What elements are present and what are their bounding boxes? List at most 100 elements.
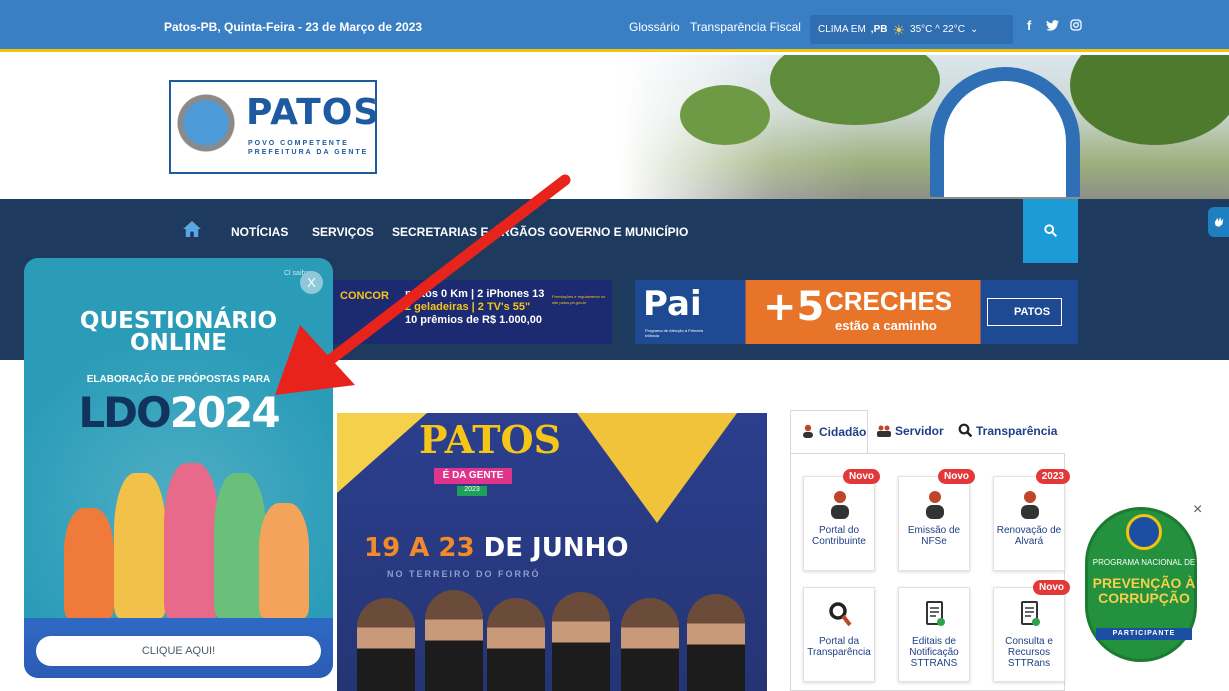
badge-shape: PROGRAMA NACIONAL DE PREVENÇÃO À CORRUPÇ… <box>1085 507 1197 662</box>
status-badge: Novo <box>1033 580 1070 595</box>
service-card[interactable]: Novo Emissão de NFSe <box>898 469 975 571</box>
logo-subtitle: POVO COMPETENTE PREFEITURA DA GENTE <box>248 140 369 156</box>
user-icon <box>926 491 944 519</box>
header-photo <box>620 55 1229 199</box>
tab-servidor[interactable]: Servidor <box>877 410 952 453</box>
patos-logo[interactable]: PATOS POVO COMPETENTE PREFEITURA DA GENT… <box>169 80 381 174</box>
participant-label: PARTICIPANTE <box>1096 628 1192 640</box>
user-icon <box>803 424 813 438</box>
program-label: PROGRAMA NACIONAL DE <box>1092 558 1196 567</box>
crowd-illustration <box>164 463 219 618</box>
document-icon <box>926 601 945 626</box>
brazil-seal-icon <box>1126 514 1162 550</box>
poster-subtitle: NO TERREIRO DO FORRÓ <box>387 569 541 579</box>
team-icon <box>877 425 891 437</box>
artist-photo <box>552 592 610 691</box>
search-icon <box>1044 224 1057 237</box>
service-card[interactable]: Novo Portal do Contribuinte <box>803 469 880 571</box>
tab-transparencia[interactable]: Transparência <box>958 410 1065 453</box>
magnifier-icon <box>958 423 972 437</box>
close-button[interactable]: X <box>300 271 323 294</box>
pai-subtitle: Programa de Atenção à Primeira Infância <box>645 328 704 338</box>
close-icon[interactable]: × <box>1193 501 1202 519</box>
user-icon <box>1021 491 1039 519</box>
popup-subtitle: ELABORAÇÃO DE PRÓPOSTAS PARA <box>86 374 271 385</box>
service-label: Portal da Transparência <box>807 636 871 658</box>
artist-photo <box>621 598 679 691</box>
accessibility-hand-icon[interactable] <box>1208 207 1229 237</box>
fiscal-transparency-link[interactable]: Transparência Fiscal <box>690 20 801 34</box>
facebook-icon[interactable]: f <box>1027 18 1031 33</box>
poster-title: PATOS <box>419 417 562 462</box>
artist-photo <box>687 594 745 691</box>
lottery-note: Premiações e regulamento no site patos.p… <box>552 294 606 305</box>
nav-item-noticias[interactable]: NOTÍCIAS <box>231 225 288 239</box>
lottery-lead: CONCOR <box>340 290 389 302</box>
nav-item-governo[interactable]: GOVERNO E MUNICÍPIO <box>549 225 688 239</box>
weather-prefix: CLIMA EM <box>818 24 866 35</box>
twitter-icon[interactable] <box>1046 20 1059 34</box>
status-badge: Novo <box>938 469 975 484</box>
creches-subtitle: estão a caminho <box>835 318 937 333</box>
anti-corruption-badge[interactable]: PROGRAMA NACIONAL DE PREVENÇÃO À CORRUPÇ… <box>1085 501 1203 663</box>
pai-logo: Pai <box>643 284 702 324</box>
crowd-illustration <box>64 508 114 618</box>
chevron-down-icon: ⌄ <box>969 24 979 35</box>
service-label: Portal do Contribuinte <box>812 525 866 547</box>
magnifier-icon <box>829 602 852 627</box>
nav-item-servicos[interactable]: SERVIÇOS <box>312 225 374 239</box>
service-label: Editais de Notificação STTRANS <box>909 636 959 669</box>
glossary-link[interactable]: Glossário <box>629 20 680 34</box>
sao-joao-poster[interactable]: PATOS É DA GENTE 2023 19 A 23 DE JUNHO N… <box>337 413 767 691</box>
poster-tag: É DA GENTE <box>434 468 512 484</box>
creches-title: CRECHES <box>825 286 953 316</box>
creches-banner[interactable]: Pai Programa de Atenção à Primeira Infân… <box>635 280 1078 344</box>
ldo-popup: Cl saibar X QUESTIONÁRIO ONLINE ELABORAÇ… <box>24 258 333 678</box>
artist-photo <box>425 590 483 691</box>
weather-city: ,PB <box>870 24 888 35</box>
sun-icon: ☀ <box>892 21 906 38</box>
weather-widget[interactable]: CLIMA EM ,PB ☀ 35°C ^ 22°C ⌄ <box>810 15 1013 44</box>
logo-title: PATOS <box>246 92 381 133</box>
tab-cidadao[interactable]: Cidadão <box>790 410 868 453</box>
poster-flag-left <box>337 413 427 493</box>
poster-year: 2023 <box>457 486 487 496</box>
service-card[interactable]: Editais de Notificação STTRANS <box>898 587 970 682</box>
service-label: Renovação de Alvará <box>996 525 1062 547</box>
service-card[interactable]: Novo Consulta e Recursos STTRans <box>993 580 1070 682</box>
service-label: Consulta e Recursos STTRans <box>1005 636 1053 669</box>
user-icon <box>831 491 849 519</box>
patos-mini-logo: PATOS <box>987 298 1062 326</box>
instagram-icon[interactable] <box>1070 19 1082 34</box>
status-badge: 2023 <box>1035 469 1070 484</box>
artist-photo <box>487 598 545 691</box>
services-tabs: Cidadão Servidor Transparência Novo Port… <box>790 410 1070 691</box>
creches-count: +5 <box>763 284 825 330</box>
service-card[interactable]: Portal da Transparência <box>803 587 875 682</box>
crowd-illustration <box>114 473 166 618</box>
popup-ldo-title: LDO2024 <box>78 388 280 437</box>
status-badge: Novo <box>843 469 880 484</box>
lottery-prizes: motos 0 Km | 2 iPhones 13 2 geladeiras |… <box>405 288 545 326</box>
click-here-button[interactable]: CLIQUE AQUI! <box>36 636 321 666</box>
poster-flag-right <box>577 413 737 523</box>
service-label: Emissão de NFSe <box>907 525 961 547</box>
crowd-illustration <box>259 503 309 618</box>
prevention-label: PREVENÇÃO À CORRUPÇÃO <box>1092 575 1196 606</box>
site-header: PATOS POVO COMPETENTE PREFEITURA DA GENT… <box>0 55 1229 199</box>
poster-dates: 19 A 23 DE JUNHO <box>364 533 629 563</box>
nav-item-secretarias[interactable]: SECRETARIAS E ÓRGÃOS <box>392 225 545 239</box>
weather-temps: 35°C ^ 22°C <box>910 24 965 35</box>
artist-photo <box>357 598 415 691</box>
city-crest-icon <box>176 87 236 167</box>
search-button[interactable] <box>1023 199 1078 263</box>
home-icon[interactable] <box>183 221 201 237</box>
tab-panel: Novo Portal do Contribuinte Novo Emissão… <box>790 453 1070 691</box>
popup-title: QUESTIONÁRIO ONLINE <box>79 308 278 356</box>
current-date: Patos-PB, Quinta-Feira - 23 de Março de … <box>164 20 423 34</box>
top-bar: Patos-PB, Quinta-Feira - 23 de Março de … <box>0 0 1229 52</box>
document-icon <box>1021 601 1040 626</box>
lottery-banner[interactable]: CONCOR motos 0 Km | 2 iPhones 13 2 gelad… <box>330 280 612 344</box>
service-card[interactable]: 2023 Renovação de Alvará <box>993 469 1070 571</box>
main-navigation: NOTÍCIAS SERVIÇOS SECRETARIAS E ÓRGÃOS G… <box>0 199 1229 263</box>
